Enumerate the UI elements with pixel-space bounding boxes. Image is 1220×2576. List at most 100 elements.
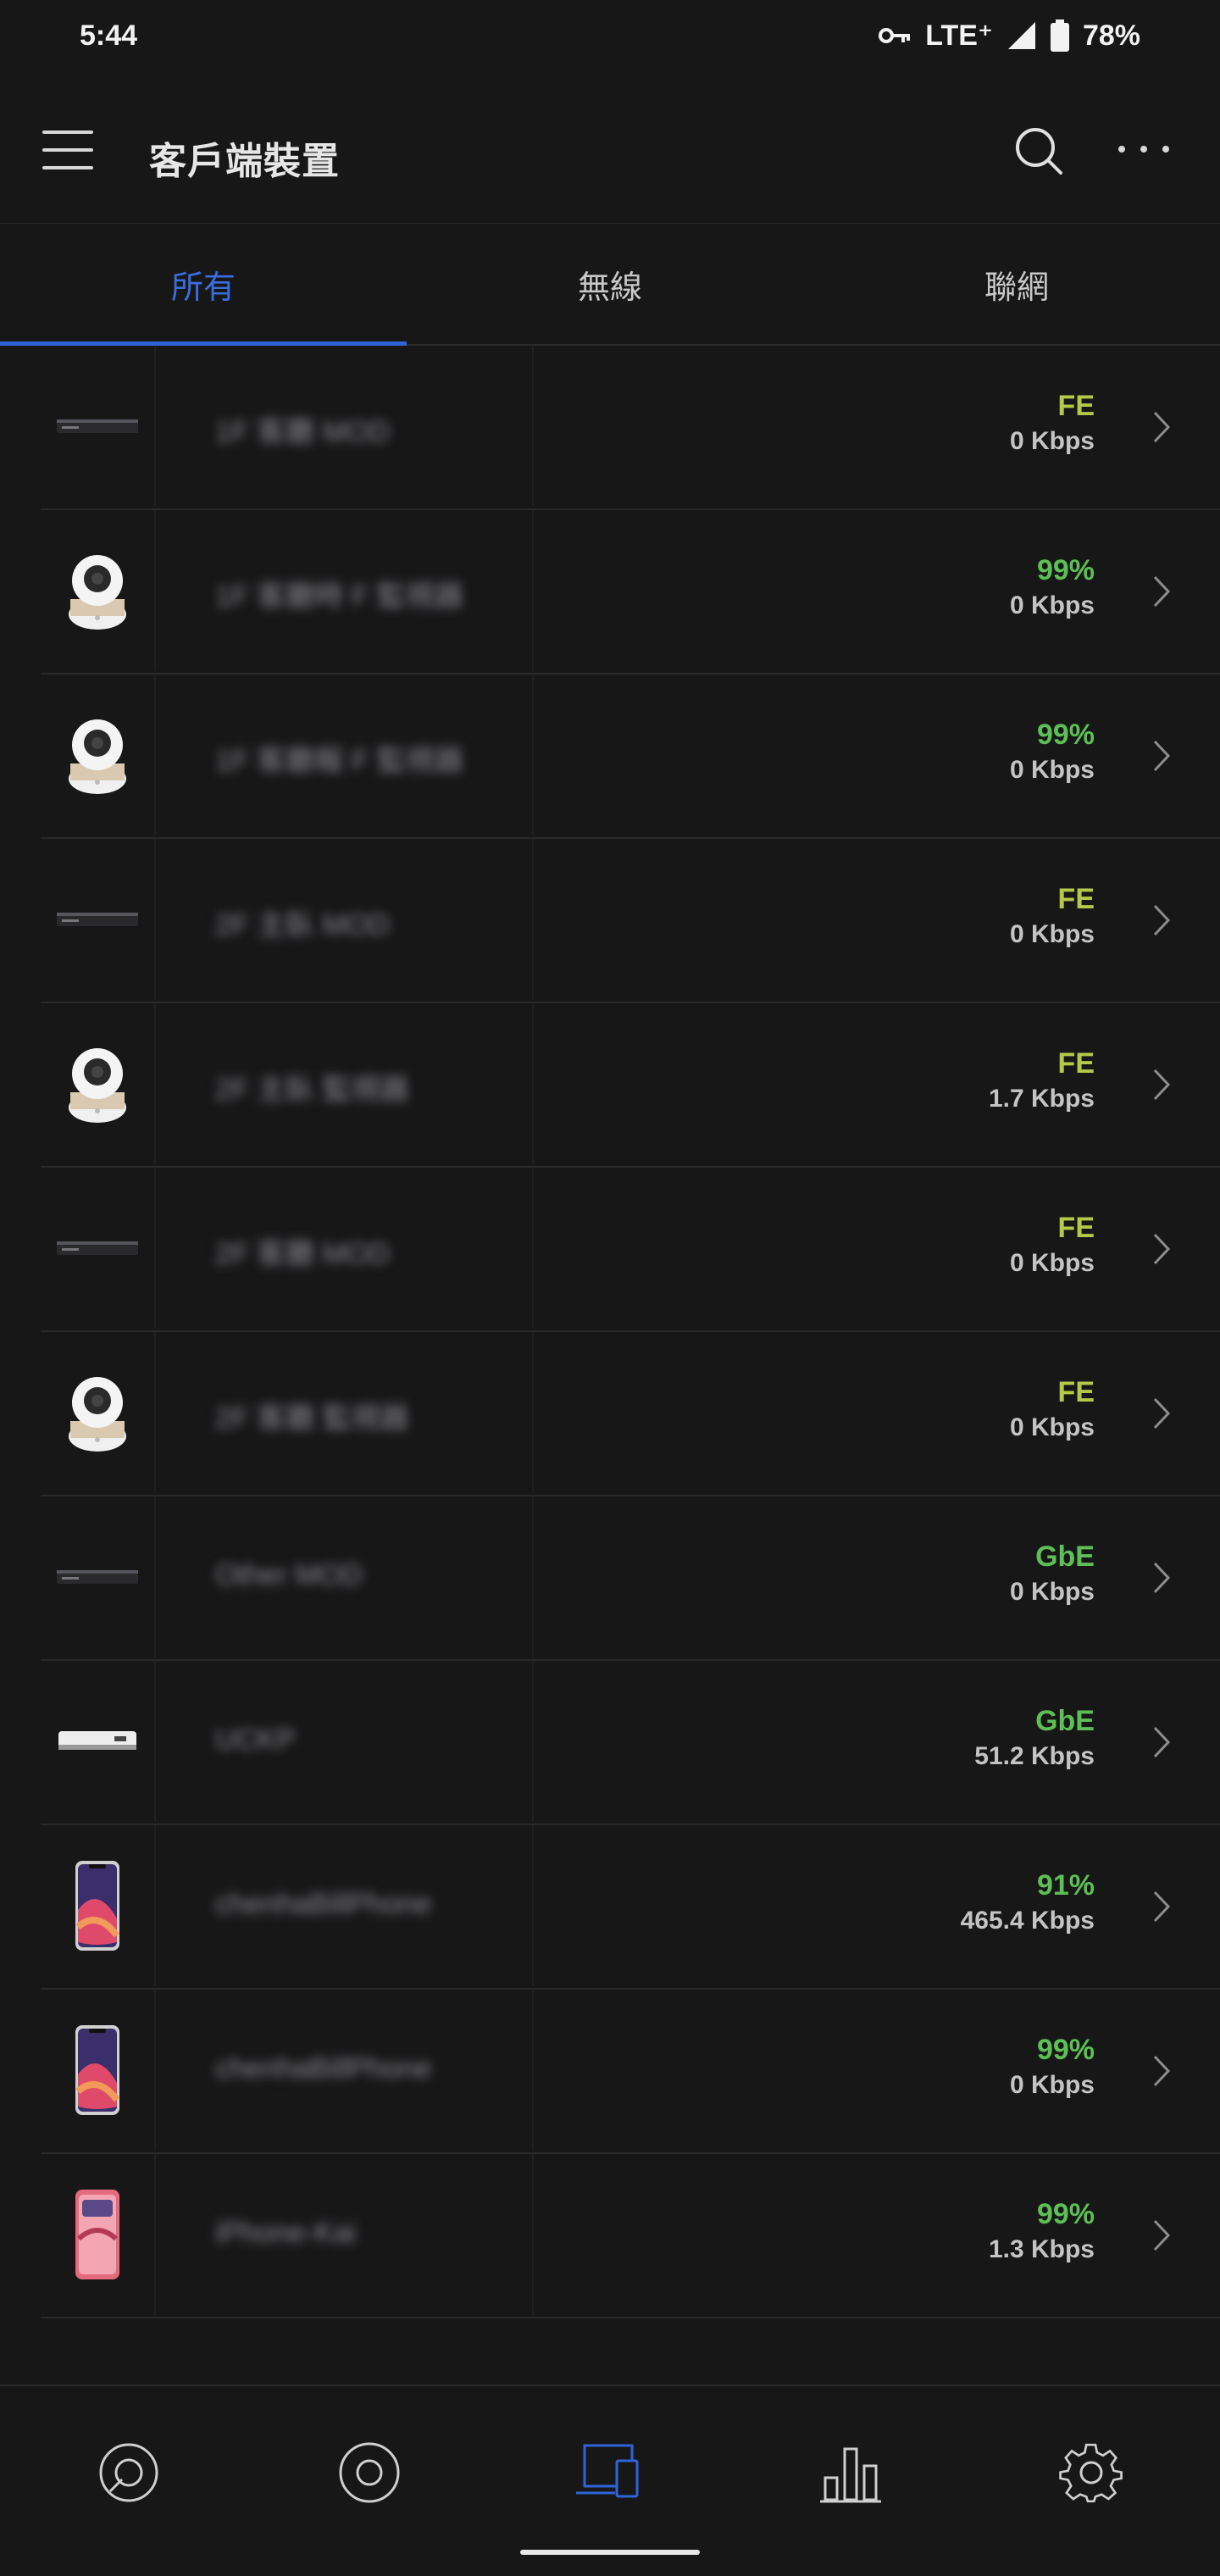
dashboard-icon[interactable] (90, 2434, 168, 2512)
throughput: 0 Kbps (1009, 1413, 1095, 1441)
client-row[interactable]: 1F 客廳報 F 監視器 99% 0 Kbps (41, 675, 1220, 839)
bottom-navigation (0, 2384, 1220, 2576)
client-name: UCKP (215, 1724, 296, 1756)
client-metrics: GbE 0 Kbps (1010, 1539, 1095, 1610)
link-quality: 99% (1036, 719, 1095, 751)
client-metrics: FE 0 Kbps (1010, 1210, 1095, 1281)
client-name: 1F 客廳報 F 監視器 (215, 745, 463, 777)
client-name-cell: 2F 主臥 MOD (154, 839, 534, 1000)
client-row[interactable]: UCKP GbE 51.2 Kbps (41, 1661, 1220, 1825)
client-metrics: FE 0 Kbps (1010, 881, 1095, 952)
devices-icon[interactable] (330, 2434, 408, 2512)
chevron-right-icon (1153, 575, 1171, 608)
client-name: 2F 客廳 監視器 (215, 1402, 409, 1435)
throughput: 0 Kbps (1009, 427, 1095, 455)
client-name-cell: 2F 客廳 MOD (154, 1168, 534, 1329)
tab-wireless[interactable]: 無線 (407, 224, 813, 344)
link-quality: FE (1057, 1212, 1095, 1244)
client-name: 2F 主臥 MOD (215, 909, 390, 941)
battery-level: 78% (1082, 19, 1140, 52)
device-thumbnail (41, 1825, 154, 1986)
vpn-key-icon (879, 28, 911, 43)
client-metrics: 99% 0 Kbps (1010, 2032, 1095, 2103)
chevron-right-icon (1153, 904, 1171, 936)
client-metrics: 91% 465.4 Kbps (961, 1868, 1095, 1939)
link-quality: FE (1057, 1047, 1095, 1080)
client-name: chenhaBillPhone (215, 1888, 432, 1920)
client-row[interactable]: chenhaBillPhone 99% 0 Kbps (41, 1990, 1220, 2154)
status-time: 5:44 (80, 19, 138, 52)
hamburger-menu-icon[interactable] (42, 130, 97, 169)
device-thumbnail (41, 346, 154, 507)
client-name: 1F 客廳 MOD (215, 416, 390, 448)
client-row[interactable]: iPhone-Kai 99% 1.3 Kbps (41, 2154, 1220, 2318)
client-name-cell: Other MOD (154, 1496, 534, 1657)
clients-icon[interactable] (571, 2434, 649, 2512)
throughput: 0 Kbps (1009, 1578, 1095, 1606)
search-icon[interactable] (1013, 125, 1064, 176)
client-row[interactable]: 2F 客廳 監視器 FE 0 Kbps (41, 1332, 1220, 1496)
client-row[interactable]: chenhaBillPhone 91% 465.4 Kbps (41, 1825, 1220, 1990)
settings-icon[interactable] (1052, 2434, 1130, 2512)
throughput: 1.7 Kbps (988, 1085, 1095, 1113)
link-quality: 91% (1036, 1869, 1095, 1901)
more-horizontal-icon[interactable] (1118, 139, 1178, 159)
client-name-cell: 1F 客廳時 F 監視器 (154, 510, 534, 671)
battery-icon (1050, 19, 1069, 52)
device-thumbnail (41, 675, 154, 836)
client-name: iPhone-Kai (215, 2217, 357, 2249)
throughput: 0 Kbps (1009, 2071, 1095, 2099)
device-thumbnail (41, 510, 154, 671)
link-quality: GbE (1035, 1541, 1095, 1573)
link-quality: GbE (1035, 1705, 1095, 1737)
client-name-cell: chenhaBillPhone (154, 1825, 534, 1986)
throughput: 0 Kbps (1009, 591, 1095, 619)
device-thumbnail (41, 839, 154, 1000)
client-row[interactable]: 1F 客廳時 F 監視器 99% 0 Kbps (41, 510, 1220, 675)
chevron-right-icon (1153, 1233, 1171, 1265)
client-name: Other MOD (215, 1559, 363, 1591)
client-row[interactable]: 1F 客廳 MOD FE 0 Kbps (41, 346, 1220, 510)
client-metrics: 99% 1.3 Kbps (989, 2196, 1095, 2268)
chevron-right-icon (1153, 2055, 1171, 2087)
client-row[interactable]: Other MOD GbE 0 Kbps (41, 1496, 1220, 1661)
tab-wired[interactable]: 聯網 (813, 224, 1220, 344)
client-name: 2F 客廳 MOD (215, 1238, 390, 1270)
link-quality: 99% (1036, 2034, 1095, 2066)
client-row[interactable]: 2F 客廳 MOD FE 0 Kbps (41, 1168, 1220, 1332)
link-quality: FE (1057, 883, 1095, 915)
client-metrics: 99% 0 Kbps (1010, 717, 1095, 788)
status-bar: 5:44 LTE⁺ 78% (0, 0, 1220, 71)
link-quality: 99% (1036, 2198, 1095, 2230)
client-list: 1F 客廳 MOD FE 0 Kbps 1F 客廳時 F 監視器 99% 0 Kbps 1F… (0, 346, 1220, 2318)
home-indicator[interactable] (520, 2550, 700, 2555)
client-row[interactable]: 2F 主臥 監視器 FE 1.7 Kbps (41, 1003, 1220, 1168)
tab-all[interactable]: 所有 (0, 224, 407, 346)
statistics-icon[interactable] (812, 2434, 890, 2512)
client-metrics: GbE 51.2 Kbps (974, 1703, 1095, 1774)
client-name-cell: 2F 客廳 監視器 (154, 1332, 534, 1493)
client-name-cell: UCKP (154, 1661, 534, 1822)
client-metrics: FE 1.7 Kbps (989, 1046, 1095, 1117)
throughput: 51.2 Kbps (974, 1742, 1095, 1770)
chevron-right-icon (1153, 1069, 1171, 1101)
network-type: LTE⁺ (925, 19, 993, 52)
page-title: 客戶端裝置 (149, 141, 340, 182)
client-metrics: 99% 0 Kbps (1010, 552, 1095, 624)
throughput: 0 Kbps (1009, 1249, 1095, 1277)
client-name: 1F 客廳時 F 監視器 (215, 580, 463, 613)
client-name: 2F 主臥 監視器 (215, 1074, 409, 1106)
client-filter-tabs: 所有 無線 聯網 (0, 224, 1220, 346)
signal-icon (1007, 22, 1035, 49)
chevron-right-icon (1153, 1726, 1171, 1758)
device-thumbnail (41, 1332, 154, 1493)
device-thumbnail (41, 2154, 154, 2315)
client-name-cell: 2F 主臥 監視器 (154, 1003, 534, 1164)
client-row[interactable]: 2F 主臥 MOD FE 0 Kbps (41, 839, 1220, 1003)
device-thumbnail (41, 1168, 154, 1329)
device-thumbnail (41, 1003, 154, 1164)
client-name-cell: iPhone-Kai (154, 2154, 534, 2315)
status-icons: LTE⁺ 78% (878, 19, 1140, 53)
client-metrics: FE 0 Kbps (1010, 388, 1095, 459)
chevron-right-icon (1153, 1890, 1171, 1923)
